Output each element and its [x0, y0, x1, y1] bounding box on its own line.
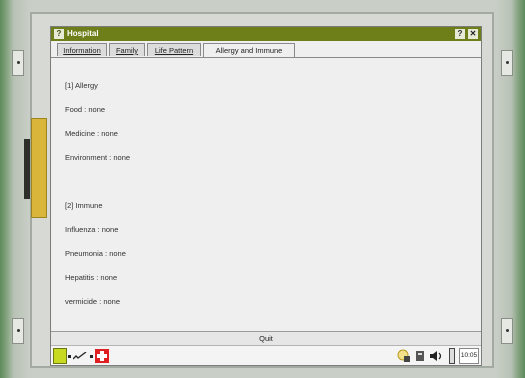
- speaker-icon[interactable]: [429, 350, 443, 362]
- medicine-allergy: Medicine : none: [65, 129, 118, 138]
- hepatitis-immune: Hepatitis : none: [65, 273, 118, 282]
- left-top-screw: [12, 50, 24, 76]
- help-button[interactable]: ?: [455, 29, 465, 39]
- app-icon: ?: [54, 29, 64, 39]
- left-bottom-screw: [12, 318, 24, 344]
- immune-heading: [2] Immune: [65, 201, 103, 210]
- side-clip: [24, 118, 47, 218]
- clock[interactable]: 10:05: [459, 348, 479, 364]
- medical-cross-icon[interactable]: [95, 349, 109, 363]
- window-title: Hospital: [67, 29, 99, 38]
- tab-allergy-label: Allergy and Immune: [215, 46, 283, 55]
- food-allergy: Food : none: [65, 105, 106, 114]
- environment-allergy: Environment : none: [65, 153, 131, 162]
- vermicide-immune: vermicide : none: [65, 297, 121, 306]
- tab-life-pattern[interactable]: Life Pattern: [147, 43, 201, 56]
- allergy-heading: [1] Allergy: [65, 81, 98, 90]
- tab-divider: [51, 57, 481, 58]
- device-frame: ? Hospital ? ✕ Information Family Life P…: [0, 0, 525, 378]
- right-bottom-screw: [501, 318, 513, 344]
- pen-icon[interactable]: [73, 352, 87, 360]
- input-icon[interactable]: [415, 350, 425, 362]
- tab-information[interactable]: Information: [57, 43, 107, 56]
- influenza-immune: Influenza : none: [65, 225, 119, 234]
- tab-family[interactable]: Family: [109, 43, 145, 56]
- window-titlebar: ? Hospital ? ✕: [51, 27, 481, 41]
- taskbar: 10:05: [51, 345, 481, 365]
- battery-icon: [449, 348, 455, 364]
- separator-dot-icon: [90, 355, 93, 358]
- network-icon[interactable]: [397, 349, 411, 363]
- tab-family-label: Family: [115, 46, 139, 55]
- quit-button[interactable]: Quit: [51, 331, 481, 346]
- right-top-screw: [501, 50, 513, 76]
- tab-information-label: Information: [63, 46, 101, 55]
- tab-strip: Information Family Life Pattern Allergy …: [57, 43, 477, 57]
- clip-bar: [24, 139, 30, 199]
- start-icon[interactable]: [53, 348, 67, 364]
- pneumonia-immune: Pneumonia : none: [65, 249, 126, 258]
- separator-dot-icon: [68, 355, 71, 358]
- app-screen: ? Hospital ? ✕ Information Family Life P…: [50, 26, 482, 366]
- tab-life-pattern-label: Life Pattern: [154, 46, 194, 55]
- tab-allergy-and-immune[interactable]: Allergy and Immune: [203, 43, 295, 57]
- close-button[interactable]: ✕: [468, 29, 478, 39]
